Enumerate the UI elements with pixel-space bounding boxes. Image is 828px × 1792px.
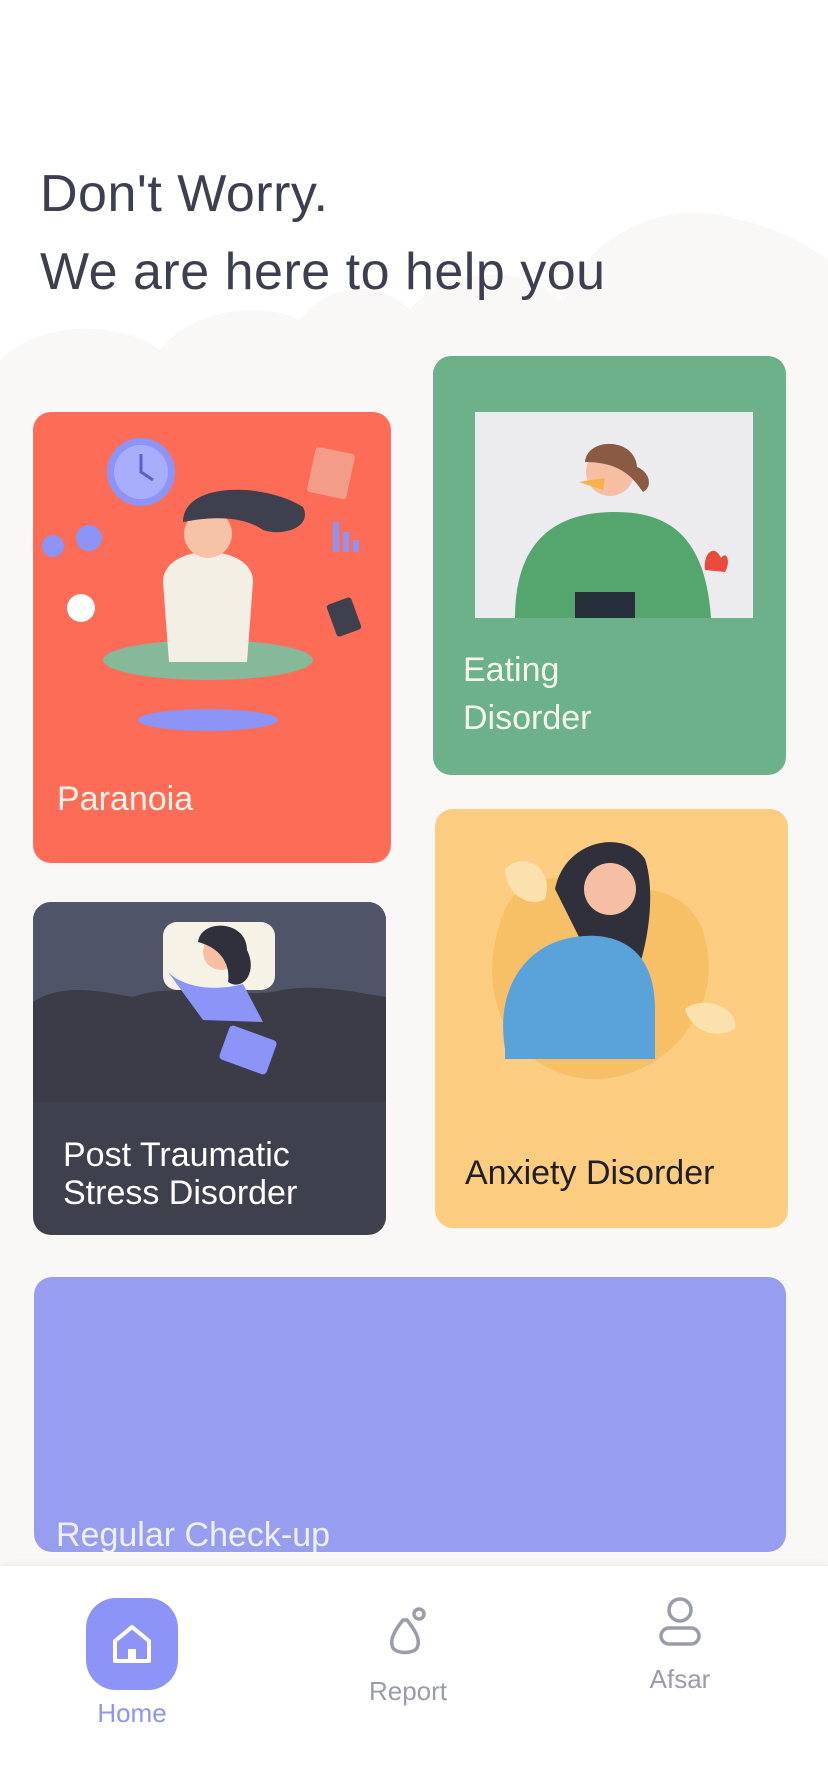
eating-label-line-2: Disorder [463, 699, 592, 737]
eating-illustration [475, 412, 753, 618]
ptsd-label-line-2: Stress Disorder [63, 1174, 298, 1212]
nav-report-label: Report [368, 1676, 448, 1706]
nav-afsar-label: Afsar [649, 1664, 711, 1694]
nav-report[interactable]: Report [358, 1606, 458, 1707]
report-icon [390, 1607, 426, 1655]
anxiety-label: Anxiety Disorder [465, 1154, 715, 1192]
paranoia-card[interactable]: Paranoia [33, 412, 391, 863]
anxiety-disorder-card[interactable]: Anxiety Disorder [435, 809, 788, 1228]
meditation-illustration [42, 438, 362, 731]
heading-line-1: Don't Worry. [40, 165, 329, 223]
home-pill [86, 1598, 178, 1690]
ptsd-label-line-1: Post Traumatic [63, 1136, 290, 1174]
anxiety-illustration [492, 842, 736, 1079]
nav-afsar[interactable]: Afsar [630, 1596, 730, 1695]
bottom-navigation: Home Report Afsar [0, 1566, 828, 1792]
sleeping-illustration [33, 902, 386, 1102]
nav-home[interactable]: Home [86, 1598, 178, 1729]
checkup-label: Regular Check-up [56, 1516, 331, 1552]
home-icon [113, 1625, 151, 1663]
ptsd-card[interactable]: Post Traumatic Stress Disorder [33, 902, 386, 1235]
ptsd-label: Post Traumatic Stress Disorder [63, 1136, 297, 1212]
nav-home-label: Home [97, 1698, 167, 1728]
heading-line-2: We are here to help you [40, 243, 606, 301]
paranoia-label: Paranoia [57, 780, 194, 818]
eating-label-line-1: Eating [463, 651, 560, 689]
user-icon [659, 1597, 701, 1646]
regular-checkup-card[interactable]: Regular Check-up [34, 1277, 786, 1552]
eating-label: Eating Disorder [463, 646, 591, 742]
eating-disorder-card[interactable]: Eating Disorder [433, 356, 786, 775]
page-heading: Don't Worry. We are here to help you [40, 155, 606, 311]
